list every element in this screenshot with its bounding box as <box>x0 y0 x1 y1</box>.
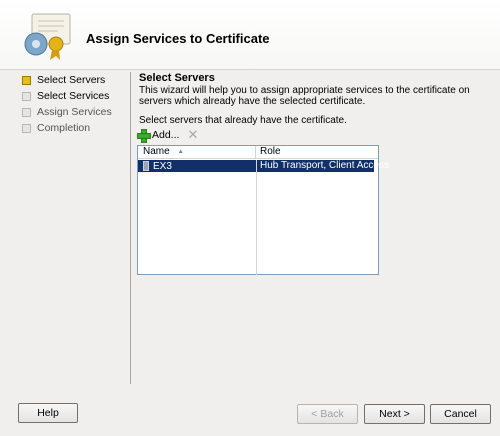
help-button[interactable]: Help <box>18 403 78 423</box>
sort-ascending-icon: ▲ <box>177 149 184 155</box>
step-indicator <box>22 75 31 85</box>
step-select-servers: Select Servers <box>22 72 132 88</box>
cell-name: EX3 <box>138 160 256 172</box>
wizard-header: Assign Services to Certificate <box>0 0 500 70</box>
delete-icon[interactable]: ✕ <box>187 128 198 141</box>
table-row[interactable]: EX3 Hub Transport, Client Access <box>138 160 389 172</box>
cell-name-text: EX3 <box>153 160 172 172</box>
column-header-role[interactable]: Role <box>256 146 378 158</box>
cell-role: Hub Transport, Client Access <box>256 160 389 172</box>
wizard-content: Select Servers This wizard will help you… <box>139 72 491 127</box>
cancel-button[interactable]: Cancel <box>430 404 491 424</box>
step-label: Select Servers <box>37 74 106 86</box>
section-title: Select Servers <box>139 72 215 84</box>
column-label: Name <box>143 146 170 157</box>
next-button[interactable]: Next > <box>364 404 425 424</box>
add-icon <box>137 129 151 143</box>
step-indicator <box>22 107 31 117</box>
certificate-icon <box>24 13 71 60</box>
step-indicator <box>22 123 31 133</box>
section-description: This wizard will help you to assign appr… <box>139 85 470 107</box>
back-button[interactable]: < Back <box>297 404 358 424</box>
step-divider <box>130 72 131 384</box>
wizard-steps: Select Servers Select Services Assign Se… <box>22 72 132 136</box>
step-indicator <box>22 91 31 101</box>
add-button[interactable]: Add... <box>137 129 180 143</box>
grid-instruction: Select servers that already have the cer… <box>139 115 347 126</box>
server-icon <box>143 161 149 171</box>
grid-body: EX3 Hub Transport, Client Access <box>138 160 389 275</box>
wizard-title: Assign Services to Certificate <box>86 31 270 46</box>
grid-header: Name ▲ Role <box>138 146 378 159</box>
server-grid: Name ▲ Role EX3 Hub Transport, Client Ac… <box>137 145 389 275</box>
server-toolbar: Add... ✕ <box>137 127 198 143</box>
column-header-name[interactable]: Name ▲ <box>138 146 256 158</box>
step-select-services: Select Services <box>22 88 132 104</box>
step-label: Assign Services <box>37 106 112 118</box>
step-assign-services: Assign Services <box>22 104 132 120</box>
step-completion: Completion <box>22 120 132 136</box>
step-label: Completion <box>37 122 91 134</box>
add-label: Add... <box>152 129 180 141</box>
step-label: Select Services <box>37 90 110 102</box>
